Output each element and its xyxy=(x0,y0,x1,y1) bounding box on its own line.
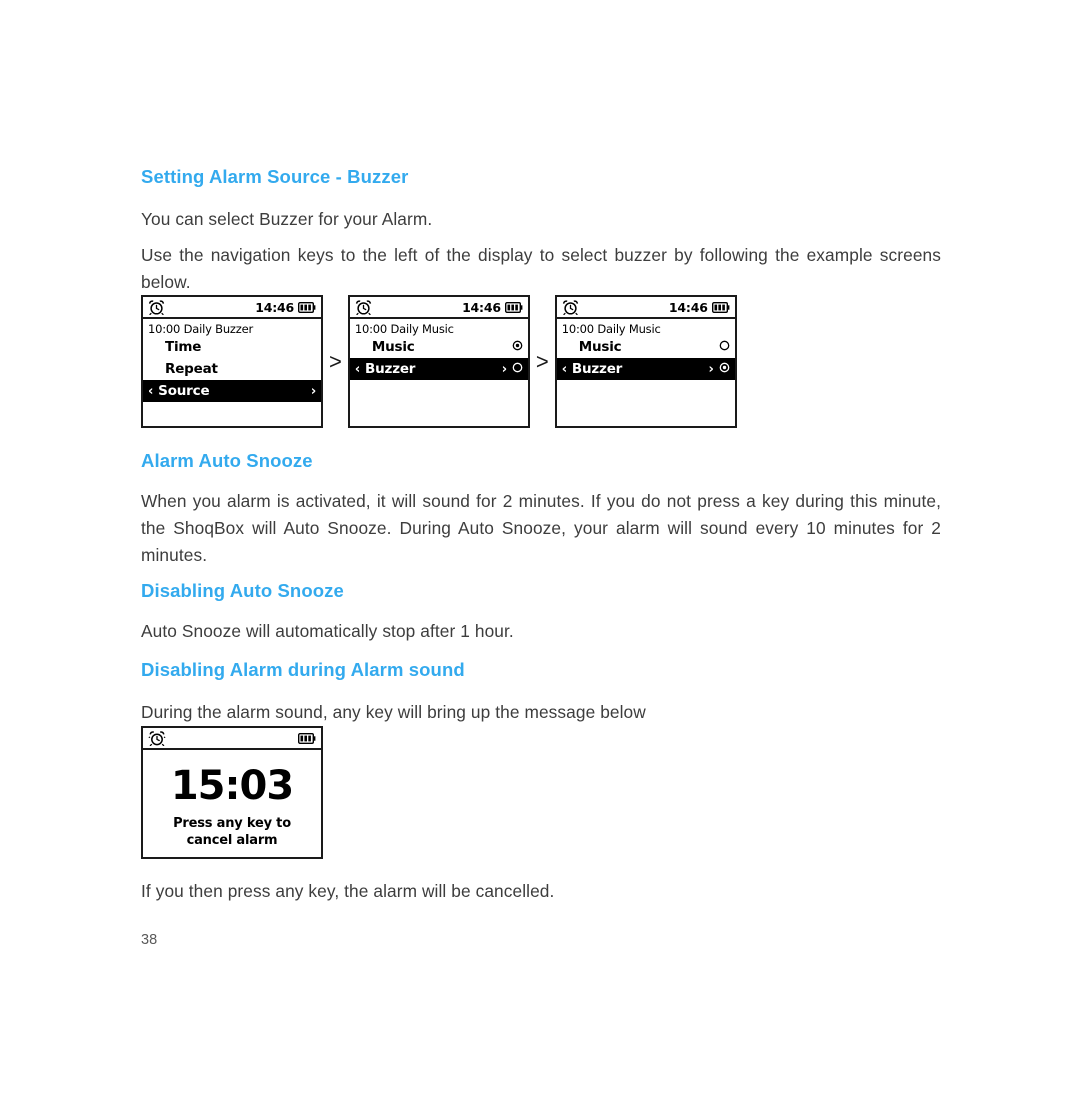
flow-arrow-icon: > xyxy=(535,348,549,374)
lcd-status-bar: 14:46 xyxy=(143,297,321,319)
lcd-status-bar: 14:46 xyxy=(349,297,528,319)
lcd-clock: 14:46 xyxy=(668,299,708,315)
lcd-body: 10:00 Daily Buzzer Time Repeat ‹ Source … xyxy=(143,319,321,426)
lcd-option-buzzer[interactable]: ‹ Buzzer › xyxy=(556,358,735,381)
lcd-clock: 14:46 xyxy=(255,299,294,315)
lcd-option-label: Music xyxy=(371,339,415,356)
heading-disabling-alarm-during-sound: Disabling Alarm during Alarm sound xyxy=(141,659,465,680)
battery-full-icon xyxy=(298,732,316,744)
paragraph-navigation-keys: Use the navigation keys to the left of t… xyxy=(141,245,941,292)
radio-empty-icon[interactable] xyxy=(512,361,523,377)
radio-selected-icon[interactable] xyxy=(512,339,523,355)
chevron-left-icon[interactable]: ‹ xyxy=(148,385,153,398)
example-screens-row: 14:46 10:00 Daily Buzzer Time Repeat ‹ S… xyxy=(141,295,737,428)
heading-setting-alarm-source: Setting Alarm Source - Buzzer xyxy=(141,166,409,187)
lcd-body: 10:00 Daily Music Music ‹ Buzzer › xyxy=(556,319,735,426)
lcd-option-music[interactable]: Music xyxy=(557,336,735,358)
battery-full-icon xyxy=(298,301,316,313)
battery-full-icon xyxy=(504,301,523,313)
lcd-option-music[interactable]: Music xyxy=(350,336,528,358)
radio-empty-icon[interactable] xyxy=(719,339,730,355)
lcd-body: 10:00 Daily Music Music ‹ Buzzer › xyxy=(349,319,528,426)
lcd-body: 15:03 Press any key to cancel alarm xyxy=(143,750,321,857)
chevron-right-icon[interactable]: › xyxy=(311,385,316,398)
lcd-menu-item-time[interactable]: Time xyxy=(143,336,321,358)
alarm-clock-icon xyxy=(355,299,372,315)
alarm-current-time: 15:03 xyxy=(170,763,294,809)
page-number: 38 xyxy=(141,932,158,948)
lcd-screen-alarm-message: 15:03 Press any key to cancel alarm xyxy=(141,726,323,859)
manual-page: Setting Alarm Source - Buzzer You can se… xyxy=(141,0,941,1100)
alarm-clock-icon xyxy=(562,299,579,315)
lcd-screen-source-select-music: 14:46 10:00 Daily Music Music ‹ Buzzer › xyxy=(347,295,530,428)
lcd-menu-item-label: Repeat xyxy=(165,361,218,378)
alarm-clock-icon xyxy=(148,299,165,315)
lcd-info-line: 10:00 Daily Buzzer xyxy=(148,322,254,336)
lcd-status-bar xyxy=(143,728,321,750)
flow-arrow-icon: > xyxy=(329,348,342,374)
chevron-left-icon[interactable]: ‹ xyxy=(562,363,567,376)
lcd-info-line: 10:00 Daily Music xyxy=(561,322,661,336)
chevron-left-icon[interactable]: ‹ xyxy=(355,363,360,376)
lcd-screen-source-menu: 14:46 10:00 Daily Buzzer Time Repeat ‹ S… xyxy=(141,295,323,428)
alarm-message-screen-wrapper: 15:03 Press any key to cancel alarm xyxy=(141,726,323,859)
lcd-info-line: 10:00 Daily Music xyxy=(354,322,454,336)
alarm-message-line-2: cancel alarm xyxy=(186,832,278,848)
paragraph-alarm-auto-snooze: When you alarm is activated, it will sou… xyxy=(141,491,941,565)
chevron-right-icon[interactable]: › xyxy=(502,363,507,376)
heading-alarm-auto-snooze: Alarm Auto Snooze xyxy=(141,450,313,471)
lcd-option-label: Music xyxy=(578,339,622,356)
lcd-status-bar: 14:46 xyxy=(556,297,735,319)
alarm-message-line-1: Press any key to xyxy=(173,816,291,831)
paragraph-disabling-alarm-during-sound: During the alarm sound, any key will bri… xyxy=(141,702,646,722)
alarm-clock-icon xyxy=(148,730,166,746)
heading-disabling-auto-snooze: Disabling Auto Snooze xyxy=(141,580,344,601)
radio-selected-icon[interactable] xyxy=(719,361,730,377)
lcd-screen-source-select-buzzer: 14:46 10:00 Daily Music Music ‹ Buzzer › xyxy=(554,295,737,428)
lcd-menu-item-repeat[interactable]: Repeat xyxy=(143,358,321,380)
lcd-option-buzzer[interactable]: ‹ Buzzer › xyxy=(349,358,528,381)
lcd-option-label: Buzzer xyxy=(365,361,416,378)
lcd-clock: 14:46 xyxy=(462,299,501,315)
battery-full-icon xyxy=(711,301,730,313)
lcd-menu-item-label: Time xyxy=(165,339,202,356)
chevron-right-icon[interactable]: › xyxy=(709,363,714,376)
paragraph-select-buzzer: You can select Buzzer for your Alarm. xyxy=(141,209,433,229)
paragraph-disabling-auto-snooze: Auto Snooze will automatically stop afte… xyxy=(141,621,514,641)
lcd-menu-item-label: Source xyxy=(158,383,210,400)
paragraph-alarm-cancelled: If you then press any key, the alarm wil… xyxy=(141,881,555,901)
lcd-option-label: Buzzer xyxy=(571,361,623,378)
lcd-menu-item-source[interactable]: ‹ Source › xyxy=(143,380,321,403)
